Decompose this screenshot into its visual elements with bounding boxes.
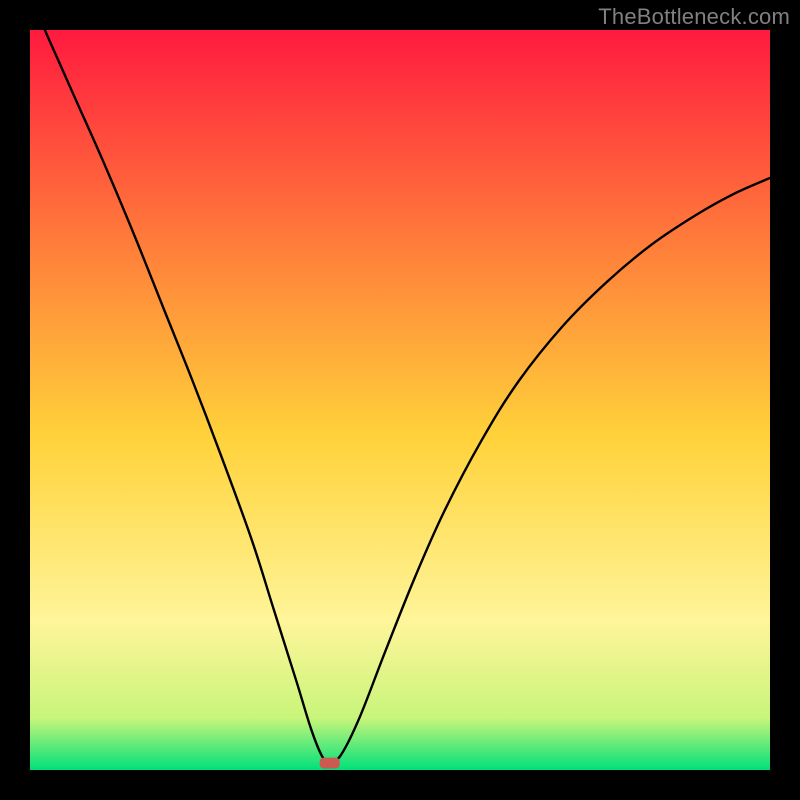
gradient-background (30, 30, 770, 770)
chart-frame: TheBottleneck.com (0, 0, 800, 800)
plot-area (30, 30, 770, 770)
minimum-marker (320, 758, 340, 769)
chart-svg (30, 30, 770, 770)
watermark-text: TheBottleneck.com (598, 4, 790, 30)
